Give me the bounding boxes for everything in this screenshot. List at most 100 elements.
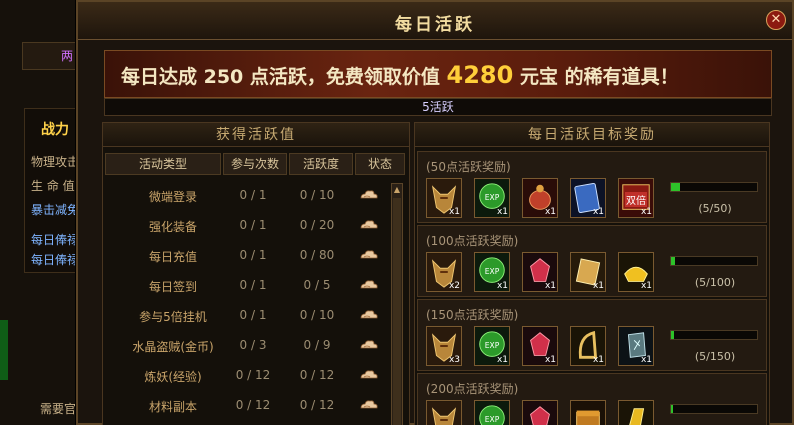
activity-name: 材料副本: [148, 400, 197, 414]
activity-name: 每日充值: [148, 250, 197, 264]
activity-points: 0 / 5: [303, 278, 331, 292]
svg-text:EXP: EXP: [485, 193, 500, 202]
power-label: 战力: [41, 122, 69, 138]
banner-text: 每日达成 250 点活跃，免费领取价值 4280 元宝 的稀有道具！: [121, 61, 679, 89]
activities-scrollbar[interactable]: ▲: [391, 183, 403, 425]
cloud-status-icon[interactable]: [359, 248, 379, 262]
tier-progress-bar: [670, 182, 758, 192]
activity-points: 0 / 9: [303, 338, 331, 352]
reward-slot[interactable]: x1: [522, 252, 558, 292]
svg-text:EXP: EXP: [485, 341, 500, 350]
activities-panel-title: 获得活跃值: [103, 123, 409, 147]
scroll-thumb[interactable]: [393, 198, 401, 425]
banner-prefix: 每日达成 250 点活跃，免费领取价值: [121, 66, 440, 88]
reward-tier: (200点活跃奖励)EXP2(5/200): [417, 373, 767, 425]
item-quantity: x1: [496, 207, 508, 217]
header-type: 活动类型: [105, 153, 221, 175]
chest-icon: [571, 401, 605, 425]
table-row: 炼妖(经验) 0 / 12 0 / 12: [103, 361, 393, 391]
tier-label: (50点活跃奖励): [426, 160, 511, 174]
reward-slot[interactable]: x1: [570, 252, 606, 292]
activity-points: 0 / 20: [299, 218, 335, 232]
banner-suffix: 元宝 的稀有道具！: [519, 66, 679, 88]
reward-slot[interactable]: x3: [426, 326, 462, 366]
header-activity: 活跃度: [289, 153, 353, 175]
activity-points: 0 / 10: [299, 308, 335, 322]
item-quantity: x1: [592, 207, 604, 217]
reward-slot[interactable]: EXP x1: [474, 178, 510, 218]
activity-name: 每日签到: [148, 280, 197, 294]
reward-slot[interactable]: x2: [426, 252, 462, 292]
reward-slot[interactable]: EXP: [474, 400, 510, 425]
stat-label: 生 命 值: [31, 179, 75, 193]
svg-text:EXP: EXP: [485, 415, 500, 424]
reward-slot[interactable]: 2: [618, 400, 654, 425]
reward-slot[interactable]: EXP x1: [474, 326, 510, 366]
reward-slot[interactable]: x1: [570, 326, 606, 366]
activity-name: 水晶盗贼(金币): [132, 340, 214, 354]
activity-name: 微端登录: [148, 190, 197, 204]
reward-slot[interactable]: x1: [522, 326, 558, 366]
item-quantity: x1: [448, 207, 460, 217]
activity-count: 0 / 1: [239, 278, 267, 292]
table-row: 强化装备 0 / 1 0 / 20: [103, 211, 393, 241]
reward-slot[interactable]: x1: [426, 178, 462, 218]
close-button[interactable]: ✕: [766, 10, 786, 30]
table-row: 参与5倍挂机 0 / 1 0 / 10: [103, 301, 393, 331]
cloud-status-icon[interactable]: [359, 278, 379, 292]
title-bar[interactable]: 每日活跃 ✕: [78, 2, 792, 40]
activity-points: 0 / 12: [299, 368, 335, 382]
reward-slot[interactable]: 双倍 x1: [618, 178, 654, 218]
tier-label: (100点活跃奖励): [426, 234, 519, 248]
item-quantity: x3: [448, 355, 460, 365]
rewards-panel: 每日活跃目标奖励 (50点活跃奖励) x1 EXP x1 x1 x1 双倍 x1 (5/50)(…: [414, 122, 770, 425]
header-status: 状态: [355, 153, 405, 175]
item-quantity: x1: [640, 207, 652, 217]
table-row: 材料副本 0 / 12 0 / 12: [103, 391, 393, 421]
item-quantity: x2: [448, 281, 460, 291]
cloud-status-icon[interactable]: [359, 338, 379, 352]
tier-progress-fill: [671, 183, 680, 191]
reward-tier: (50点活跃奖励) x1 EXP x1 x1 x1 双倍 x1 (5/50): [417, 151, 767, 223]
double-tag: 双倍: [625, 192, 647, 207]
promo-banner: 每日达成 250 点活跃，免费领取价值 4280 元宝 的稀有道具！: [104, 50, 772, 98]
active-points-text: 5活跃: [422, 100, 454, 114]
cloud-status-icon[interactable]: [359, 308, 379, 322]
activity-count: 0 / 12: [235, 398, 271, 412]
activity-count: 0 / 1: [239, 248, 267, 262]
scroll-up-icon[interactable]: ▲: [393, 185, 401, 195]
tier-progress-fill: [671, 331, 674, 339]
activity-name: 参与5倍挂机: [139, 310, 207, 324]
stat-label: 物理攻击: [31, 155, 80, 169]
reward-slot[interactable]: x1: [570, 178, 606, 218]
tier-progress-bar: [670, 256, 758, 266]
reward-slot[interactable]: [522, 400, 558, 425]
activity-name: 炼妖(经验): [144, 370, 202, 384]
stat-label: 暴击减免: [31, 203, 80, 217]
item-quantity: x1: [544, 355, 556, 365]
cloud-status-icon[interactable]: [359, 188, 379, 202]
cloud-status-icon[interactable]: [359, 398, 379, 412]
reward-slot[interactable]: EXP x1: [474, 252, 510, 292]
tier-progress-fill: [671, 405, 674, 413]
daily-activity-dialog: 每日活跃 ✕ 每日达成 250 点活跃，免费领取价值 4280 元宝 的稀有道具…: [76, 0, 794, 425]
background-decoration: [0, 320, 8, 380]
activity-name: 强化装备: [148, 220, 197, 234]
reward-slot[interactable]: [570, 400, 606, 425]
cloud-status-icon[interactable]: [359, 368, 379, 382]
item-quantity: x1: [496, 355, 508, 365]
activity-count: 0 / 12: [235, 368, 271, 382]
reward-tier: (100点活跃奖励) x2 EXP x1 x1 x1 x1 (5/100): [417, 225, 767, 297]
reward-slot[interactable]: x1: [522, 178, 558, 218]
rewards-panel-title: 每日活跃目标奖励: [415, 123, 769, 147]
table-row: 水晶盗贼(金币) 0 / 3 0 / 9: [103, 331, 393, 361]
activity-count: 0 / 1: [239, 308, 267, 322]
reward-slot[interactable]: x1: [618, 326, 654, 366]
need-text: 需要官: [40, 402, 77, 416]
reward-slot[interactable]: x1: [618, 252, 654, 292]
cloud-status-icon[interactable]: [359, 218, 379, 232]
dialog-title: 每日活跃: [395, 15, 475, 35]
active-points-bar: 5活跃: [104, 98, 772, 116]
activity-points: 0 / 10: [299, 188, 335, 202]
reward-slot[interactable]: [426, 400, 462, 425]
